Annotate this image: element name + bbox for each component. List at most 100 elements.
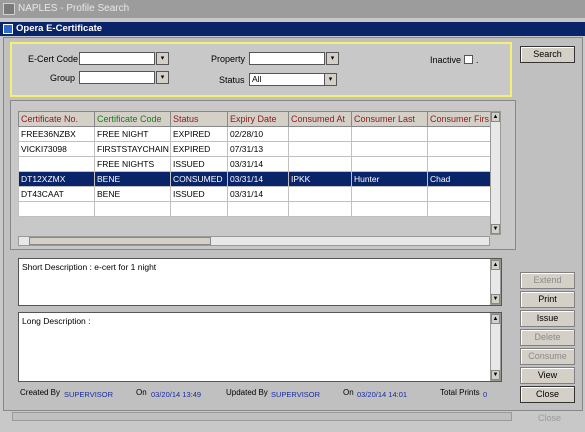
search-button[interactable]: Search <box>520 46 575 63</box>
column-header-consumer-first[interactable]: Consumer Firs <box>426 111 492 127</box>
created-by-value: SUPERVISOR <box>64 390 114 399</box>
view-button[interactable]: View <box>520 367 575 384</box>
background-close-button: Close <box>537 413 561 423</box>
created-on-label: On <box>136 388 147 397</box>
table-cell <box>18 201 95 217</box>
property-field[interactable] <box>249 52 325 65</box>
table-cell <box>287 141 352 157</box>
table-cell: VICKI73098 <box>18 141 95 157</box>
grid-horizontal-scrollbar[interactable] <box>18 236 490 246</box>
created-by-label: Created By <box>20 388 61 397</box>
table-cell: IPKK <box>287 171 352 187</box>
table-cell: ISSUED <box>169 186 228 202</box>
table-row[interactable]: FREE NIGHTS ISSUED 03/31/14 <box>18 156 492 172</box>
outer-window-title: NAPLES - Profile Search <box>18 3 130 14</box>
created-on-value: 03/20/14 13:49 <box>151 390 202 399</box>
scroll-down-icon[interactable]: ▼ <box>491 294 500 304</box>
property-dropdown-button[interactable]: ▾ <box>326 52 339 65</box>
column-header-certificate-no[interactable]: Certificate No. <box>18 111 95 127</box>
table-cell: Chad <box>426 171 492 187</box>
table-cell <box>94 201 171 217</box>
outer-window-titlebar: NAPLES - Profile Search <box>0 0 585 18</box>
table-cell <box>226 201 289 217</box>
table-cell <box>426 141 492 157</box>
table-cell: 03/31/14 <box>226 186 289 202</box>
column-header-consumer-last[interactable]: Consumer Last <box>350 111 428 127</box>
column-header-expiry-date[interactable]: Expiry Date <box>226 111 289 127</box>
table-cell <box>426 126 492 142</box>
table-cell <box>426 201 492 217</box>
table-cell: ISSUED <box>169 156 228 172</box>
scroll-thumb[interactable] <box>29 237 211 245</box>
updated-by-value: SUPERVISOR <box>271 390 321 399</box>
ecert-code-dropdown-button[interactable]: ▾ <box>156 52 169 65</box>
table-cell: FREE36NZBX <box>18 126 95 142</box>
table-row[interactable]: FREE36NZBX FREE NIGHT EXPIRED 02/28/10 <box>18 126 492 142</box>
table-cell: DT12XZMX <box>18 171 95 187</box>
short-description-scrollbar[interactable]: ▲ ▼ <box>490 259 501 305</box>
table-cell <box>169 201 228 217</box>
ecert-code-field[interactable] <box>79 52 155 65</box>
table-cell: 02/28/10 <box>226 126 289 142</box>
extend-button[interactable]: Extend <box>520 272 575 289</box>
close-button[interactable]: Close <box>520 386 575 403</box>
status-label: Status <box>219 75 245 85</box>
total-prints-value: 0 <box>483 390 488 399</box>
table-cell: Hunter <box>350 171 428 187</box>
inactive-dot: . <box>476 55 479 65</box>
delete-button[interactable]: Delete <box>520 329 575 346</box>
column-header-status[interactable]: Status <box>169 111 228 127</box>
status-select[interactable]: All <box>249 73 325 86</box>
long-description-scrollbar[interactable]: ▲ ▼ <box>490 313 501 381</box>
long-description-box[interactable]: Long Description : <box>18 312 502 382</box>
table-cell: DT43CAAT <box>18 186 95 202</box>
table-cell <box>350 186 428 202</box>
table-cell: EXPIRED <box>169 126 228 142</box>
column-header-consumed-at[interactable]: Consumed At <box>287 111 352 127</box>
inactive-label: Inactive <box>430 55 462 65</box>
grid-header-row: Certificate No. Certificate Code Status … <box>18 111 492 127</box>
app-icon <box>3 24 13 34</box>
group-label: Group <box>50 73 76 83</box>
scroll-down-icon[interactable]: ▼ <box>491 370 500 380</box>
search-criteria-panel <box>10 42 512 97</box>
print-button[interactable]: Print <box>520 291 575 308</box>
group-field[interactable] <box>79 71 155 84</box>
table-cell: FREE NIGHTS <box>94 156 171 172</box>
scroll-up-icon[interactable]: ▲ <box>491 112 500 122</box>
consume-button[interactable]: Consume <box>520 348 575 365</box>
ecert-code-label: E-Cert Code <box>28 54 79 64</box>
property-label: Property <box>211 54 246 64</box>
scroll-up-icon[interactable]: ▲ <box>491 314 500 324</box>
grid-vertical-scrollbar[interactable]: ▲ ▼ <box>490 111 501 235</box>
scroll-down-icon[interactable]: ▼ <box>491 224 500 234</box>
updated-by-label: Updated By <box>226 388 268 397</box>
scroll-up-icon[interactable]: ▲ <box>491 260 500 270</box>
short-description-box[interactable]: Short Description : e-cert for 1 night <box>18 258 502 306</box>
issue-button[interactable]: Issue <box>520 310 575 327</box>
table-row[interactable]: VICKI73098 FIRSTSTAYCHAIN EXPIRED 07/31/13 <box>18 141 492 157</box>
total-prints-label: Total Prints <box>440 388 480 397</box>
table-cell <box>287 126 352 142</box>
table-cell: 03/31/14 <box>226 156 289 172</box>
table-cell <box>18 156 95 172</box>
table-row[interactable] <box>18 201 492 217</box>
status-dropdown-button[interactable]: ▾ <box>324 73 337 86</box>
column-header-certificate-code[interactable]: Certificate Code <box>94 111 171 127</box>
table-cell: BENE <box>94 186 171 202</box>
group-dropdown-button[interactable]: ▾ <box>156 71 169 84</box>
app-icon <box>3 3 15 15</box>
updated-on-label: On <box>343 388 354 397</box>
table-cell: FREE NIGHT <box>94 126 171 142</box>
table-cell <box>426 156 492 172</box>
table-cell: EXPIRED <box>169 141 228 157</box>
inactive-checkbox[interactable] <box>464 55 473 64</box>
certificates-grid: Certificate No. Certificate Code Status … <box>18 111 492 217</box>
table-cell: 03/31/14 <box>226 171 289 187</box>
table-cell: BENE <box>94 171 171 187</box>
table-cell <box>426 186 492 202</box>
table-row[interactable]: DT43CAAT BENE ISSUED 03/31/14 <box>18 186 492 202</box>
table-row-selected[interactable]: DT12XZMX BENE CONSUMED 03/31/14 IPKK Hunter Ch… <box>18 171 492 187</box>
updated-on-value: 03/20/14 14:01 <box>357 390 408 399</box>
table-cell <box>287 201 352 217</box>
